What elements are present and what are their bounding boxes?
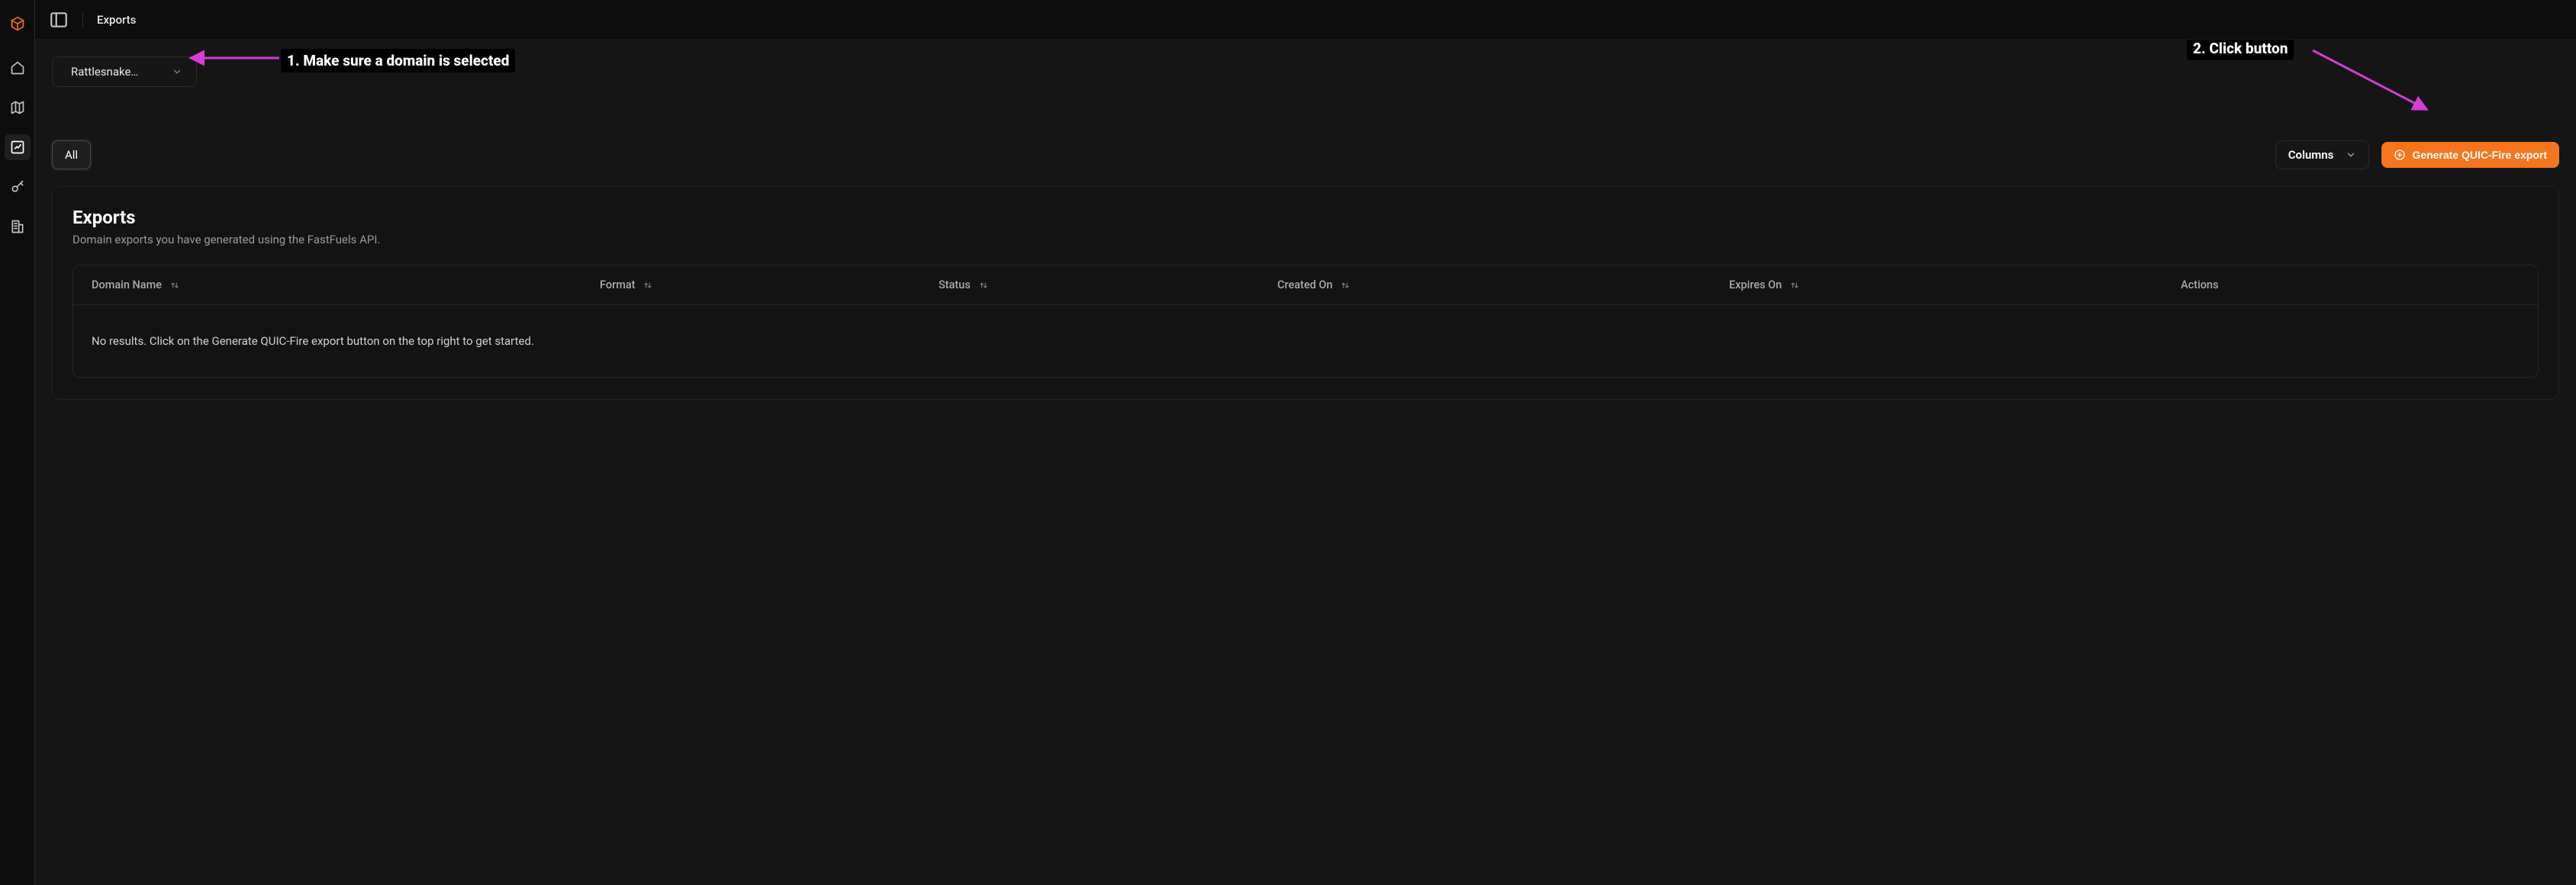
sidebar [0,0,35,885]
col-domain-name[interactable]: Domain Name [92,278,600,291]
main-area: Exports Rattlesnake… All Columns Generat… [35,0,2576,885]
chevron-down-icon [2346,150,2356,160]
col-expires-on[interactable]: Expires On [1729,278,2181,291]
brand-logo-icon [5,11,31,37]
annotation-step1-label: 1. Make sure a domain is selected [281,49,515,72]
columns-button-label: Columns [2288,148,2334,162]
sort-icon [1340,280,1351,291]
col-status[interactable]: Status [939,278,1277,291]
sort-icon [978,280,989,291]
page-title: Exports [97,13,136,27]
nav-exports[interactable] [5,134,31,160]
col-created-on[interactable]: Created On [1277,278,1729,291]
domain-select[interactable]: Rattlesnake… [52,56,197,87]
generate-export-label: Generate QUIC-Fire export [2412,149,2547,161]
chevron-down-icon [172,66,182,77]
col-format[interactable]: Format [600,278,939,291]
nav-keys[interactable] [5,174,31,200]
card-title: Exports [72,207,2539,228]
domain-select-value: Rattlesnake… [71,65,138,79]
sort-icon [642,280,653,291]
table-header-row: Domain Name Format Status Created O [73,266,2538,305]
panel-toggle-icon[interactable] [49,10,69,30]
topbar: Exports [35,0,2576,40]
annotation-step2-label: 2. Click button [2187,40,2294,60]
generate-export-button[interactable]: Generate QUIC-Fire export [2381,142,2559,168]
content: Rattlesnake… All Columns Generate QUIC-F… [35,40,2576,885]
annotation-step1: 1. Make sure a domain is selected [195,40,592,85]
exports-table: Domain Name Format Status Created O [72,265,2539,378]
card-subtitle: Domain exports you have generated using … [72,233,2539,246]
exports-card: Exports Domain exports you have generate… [52,186,2559,400]
columns-button[interactable]: Columns [2275,140,2370,169]
plus-circle-icon [2394,149,2406,161]
filter-all[interactable]: All [52,140,91,169]
col-actions: Actions [2181,278,2520,291]
annotation-step2: 2. Click button [2187,40,2446,136]
nav-map[interactable] [5,95,31,121]
nav-home[interactable] [5,55,31,81]
sort-icon [169,280,180,291]
nav-org[interactable] [5,214,31,240]
topbar-divider [82,11,83,28]
filter-row: All Columns Generate QUIC-Fire export [52,140,2559,169]
sort-icon [1789,280,1800,291]
table-empty-message: No results. Click on the Generate QUIC-F… [73,305,2538,377]
